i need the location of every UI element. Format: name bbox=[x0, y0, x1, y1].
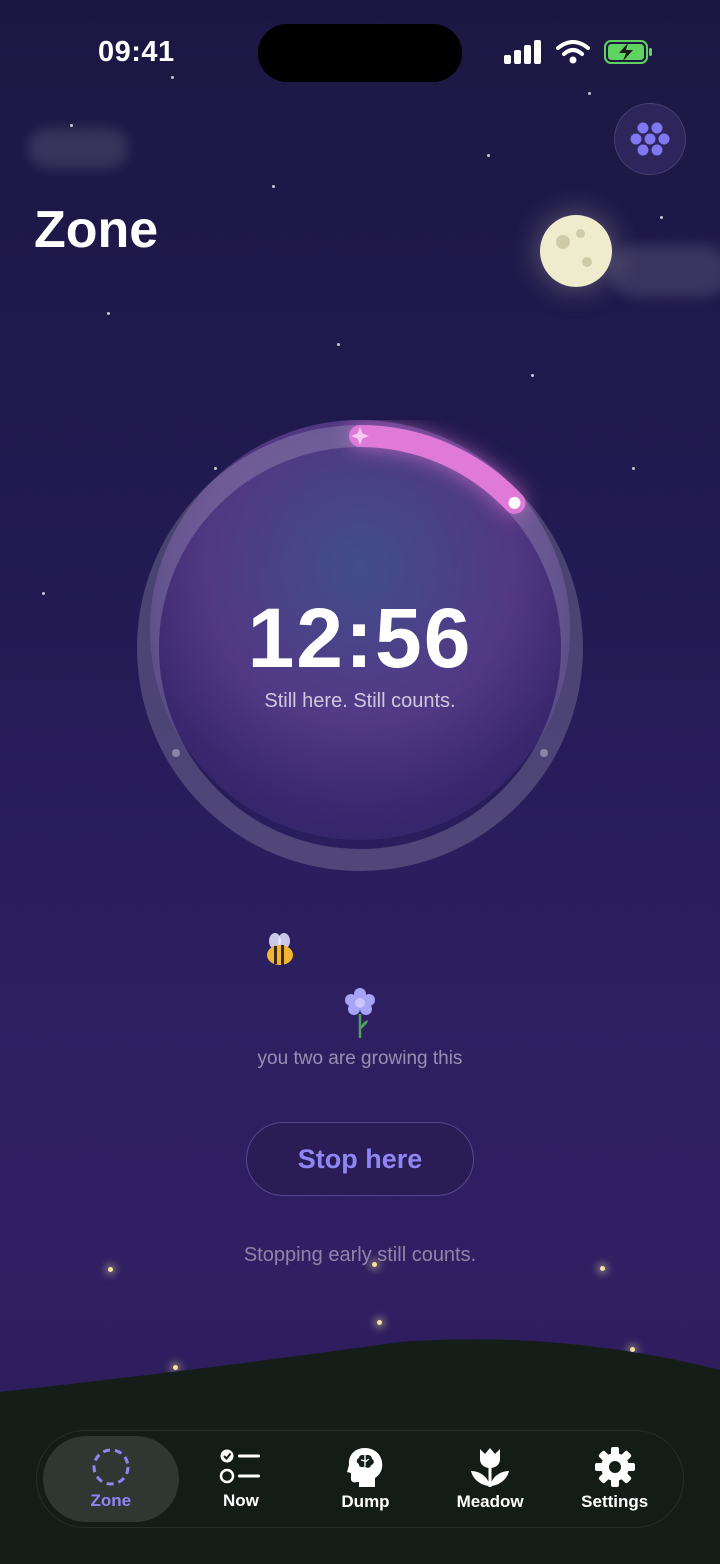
timer-progress-arc bbox=[349, 425, 526, 514]
star bbox=[660, 216, 663, 219]
star bbox=[171, 76, 174, 79]
firefly bbox=[377, 1320, 382, 1325]
cloud bbox=[610, 245, 720, 297]
tab-label: Now bbox=[222, 1491, 259, 1510]
brain-head-icon bbox=[347, 1448, 383, 1487]
timer-countdown: 12:56 bbox=[247, 591, 473, 685]
page-title: Zone bbox=[34, 201, 159, 259]
star bbox=[70, 124, 73, 127]
flower-sprout-icon bbox=[345, 988, 375, 1038]
garden-caption: you two are growing this bbox=[257, 1048, 463, 1069]
stop-here-button[interactable]: Stop here bbox=[246, 1122, 474, 1196]
dynamic-island bbox=[258, 24, 462, 82]
dashed-circle-icon bbox=[92, 1448, 130, 1486]
flower-dots-icon bbox=[630, 122, 670, 156]
tab-bar: Zone Now Dump Meadow Settings bbox=[36, 1430, 684, 1528]
star bbox=[107, 312, 110, 315]
gear-icon bbox=[594, 1447, 635, 1487]
firefly bbox=[600, 1266, 605, 1271]
tab-dump[interactable]: Dump bbox=[303, 1436, 428, 1522]
stop-note: Stopping early still counts. bbox=[243, 1244, 477, 1266]
star bbox=[632, 467, 635, 470]
star bbox=[272, 185, 275, 188]
star bbox=[588, 92, 591, 95]
tab-label: Dump bbox=[341, 1492, 390, 1511]
tab-label: Meadow bbox=[456, 1492, 524, 1511]
tab-label: Zone bbox=[90, 1491, 132, 1510]
bee-icon bbox=[267, 933, 299, 965]
timer-progress-head bbox=[508, 496, 521, 509]
checklist-icon bbox=[219, 1449, 260, 1484]
status-time: 09:41 bbox=[98, 36, 175, 68]
star bbox=[337, 343, 340, 346]
star bbox=[531, 374, 534, 377]
wifi-icon bbox=[556, 40, 590, 64]
cloud bbox=[28, 128, 128, 168]
firefly bbox=[372, 1262, 377, 1267]
star bbox=[487, 154, 490, 157]
tab-meadow[interactable]: Meadow bbox=[428, 1436, 553, 1522]
tab-now[interactable]: Now bbox=[179, 1436, 304, 1522]
tab-settings[interactable]: Settings bbox=[552, 1436, 677, 1522]
moon bbox=[540, 215, 612, 287]
timer-subtitle: Still here. Still counts. bbox=[264, 690, 456, 712]
status-icons bbox=[504, 40, 654, 64]
battery-charging-icon bbox=[604, 40, 652, 64]
tulip-icon bbox=[471, 1448, 510, 1487]
tab-zone[interactable]: Zone bbox=[43, 1436, 179, 1522]
cellular-signal-icon bbox=[504, 40, 541, 64]
garden-menu-button[interactable] bbox=[614, 103, 686, 175]
tab-label: Settings bbox=[581, 1492, 649, 1511]
firefly bbox=[108, 1267, 113, 1272]
